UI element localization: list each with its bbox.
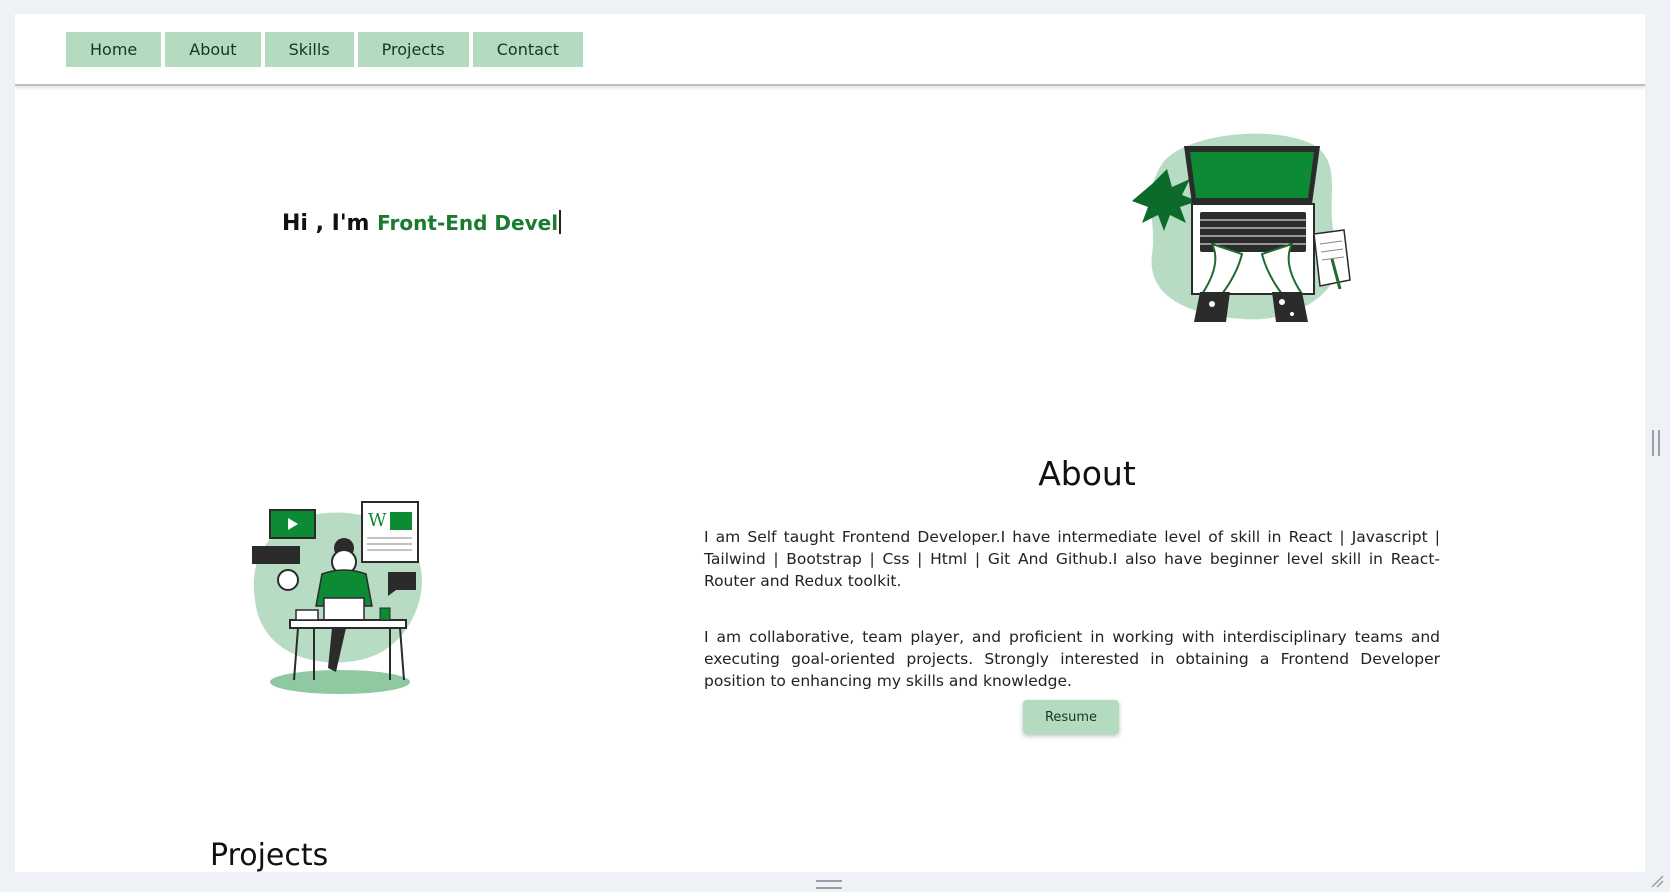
hero-heading: Hi , I'm Front-End Devel <box>282 210 562 236</box>
typing-caret <box>559 210 562 234</box>
nav-item-home[interactable]: Home <box>66 32 162 67</box>
nav-item-projects[interactable]: Projects <box>357 32 469 67</box>
page-viewport: Home About Skills Projects Contact <box>15 14 1645 872</box>
hero-typed-role: Front-End Devel <box>377 211 559 235</box>
nav-item-contact[interactable]: Contact <box>472 32 583 67</box>
about-paragraph-2: I am collaborative, team player, and pro… <box>704 628 1440 690</box>
hero-greeting: Hi , I'm <box>282 211 370 236</box>
projects-title: Projects <box>210 838 329 873</box>
laptop-typing-illustration-icon <box>1132 133 1351 322</box>
resize-grip-icon[interactable] <box>1650 874 1664 888</box>
developer-desk-illustration-icon: W <box>252 501 422 694</box>
svg-text:W: W <box>368 510 387 531</box>
navbar: Home About Skills Projects Contact <box>15 14 1645 86</box>
about-paragraph-1: I am Self taught Frontend Developer.I ha… <box>704 528 1440 590</box>
resume-button[interactable]: Resume <box>1023 700 1119 734</box>
right-resize-handle[interactable] <box>1652 430 1660 456</box>
nav-item-about[interactable]: About <box>165 32 261 67</box>
nav-list: Home About Skills Projects Contact <box>66 32 583 67</box>
nav-item-skills[interactable]: Skills <box>264 32 354 67</box>
bottom-resize-handle[interactable] <box>816 880 842 889</box>
about-title: About <box>1038 454 1136 493</box>
